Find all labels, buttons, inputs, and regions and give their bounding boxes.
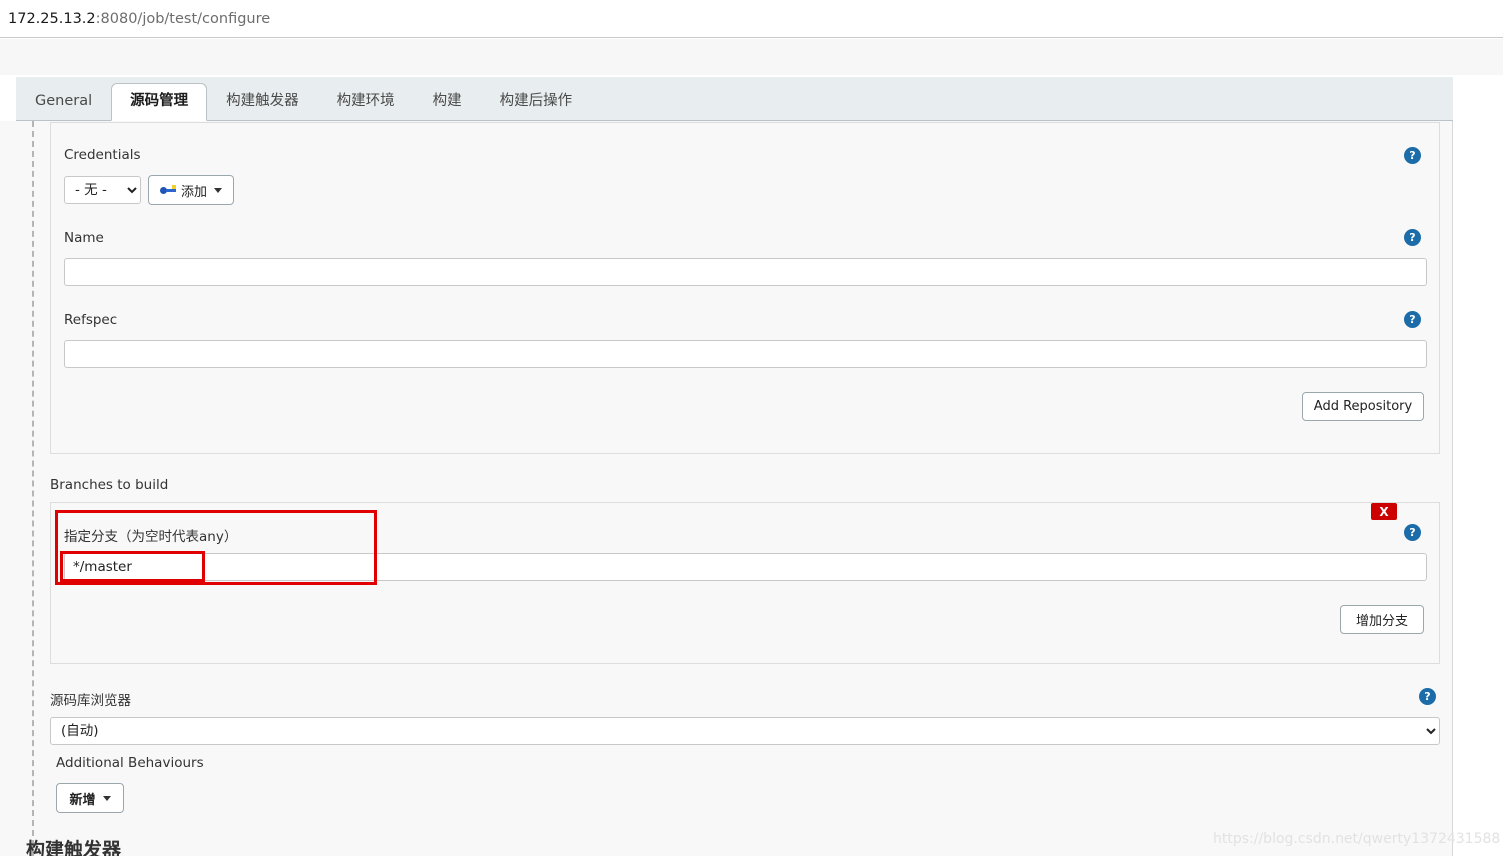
- add-branch-button[interactable]: 增加分支: [1340, 605, 1424, 634]
- add-repository-label: Add Repository: [1313, 399, 1413, 414]
- repo-refspec-input[interactable]: [64, 340, 1427, 368]
- config-tab-bar: General 源码管理 构建触发器 构建环境 构建 构建后操作: [16, 77, 1453, 121]
- repository-browser-help-icon[interactable]: ?: [1419, 688, 1436, 705]
- browser-url-bar[interactable]: 172.25.13.2:8080/job/test/configure: [0, 0, 1503, 38]
- add-credentials-label: 添加: [180, 184, 207, 200]
- watermark: https://blog.csdn.net/qwerty1372431588: [1213, 831, 1501, 847]
- tab-build-triggers[interactable]: 构建触发器: [207, 83, 318, 121]
- form-dashed-rail: [32, 121, 34, 856]
- key-icon: [159, 184, 177, 196]
- credentials-label: Credentials: [64, 147, 141, 163]
- repo-name-help-icon[interactable]: ?: [1404, 229, 1421, 246]
- build-triggers-heading: 构建触发器: [26, 839, 122, 856]
- content-right-edge: [1452, 121, 1453, 856]
- branch-spec-input[interactable]: [64, 553, 1427, 581]
- repo-refspec-help-icon[interactable]: ?: [1404, 311, 1421, 328]
- tab-scm[interactable]: 源码管理: [111, 82, 208, 121]
- credentials-help-icon[interactable]: ?: [1404, 147, 1421, 164]
- branches-panel: [50, 502, 1440, 664]
- branch-spec-label: 指定分支（为空时代表any）: [64, 529, 238, 545]
- repo-name-input[interactable]: [64, 258, 1427, 286]
- repository-browser-label: 源码库浏览器: [50, 693, 131, 709]
- tab-general[interactable]: General: [16, 83, 111, 121]
- repository-browser-select[interactable]: (自动): [50, 717, 1440, 745]
- add-branch-label: 增加分支: [1355, 614, 1408, 629]
- tab-build[interactable]: 构建: [414, 83, 481, 121]
- branch-spec-help-icon[interactable]: ?: [1404, 524, 1421, 541]
- add-repository-button[interactable]: Add Repository: [1302, 392, 1424, 421]
- chevron-down-icon: [214, 187, 222, 193]
- url-host: 172.25.13.2: [8, 10, 96, 27]
- repo-refspec-label: Refspec: [64, 312, 118, 328]
- page-root: 172.25.13.2:8080/job/test/configure Gene…: [0, 0, 1503, 856]
- add-credentials-button[interactable]: 添加: [148, 175, 234, 205]
- additional-behaviours-label: Additional Behaviours: [56, 755, 204, 771]
- add-behaviour-button[interactable]: 新增: [56, 783, 124, 813]
- tab-post-build-actions[interactable]: 构建后操作: [481, 83, 592, 121]
- branches-to-build-label: Branches to build: [50, 477, 169, 493]
- url-path: :8080/job/test/configure: [95, 10, 271, 27]
- toolbar-strip: [0, 39, 1503, 75]
- repo-name-label: Name: [64, 230, 104, 246]
- tab-build-environment[interactable]: 构建环境: [318, 83, 414, 121]
- credentials-select[interactable]: - 无 -: [64, 176, 141, 204]
- add-behaviour-label: 新增: [69, 792, 96, 808]
- repository-panel: [50, 122, 1440, 454]
- chevron-down-icon: [102, 795, 111, 801]
- delete-branch-button[interactable]: X: [1371, 503, 1397, 520]
